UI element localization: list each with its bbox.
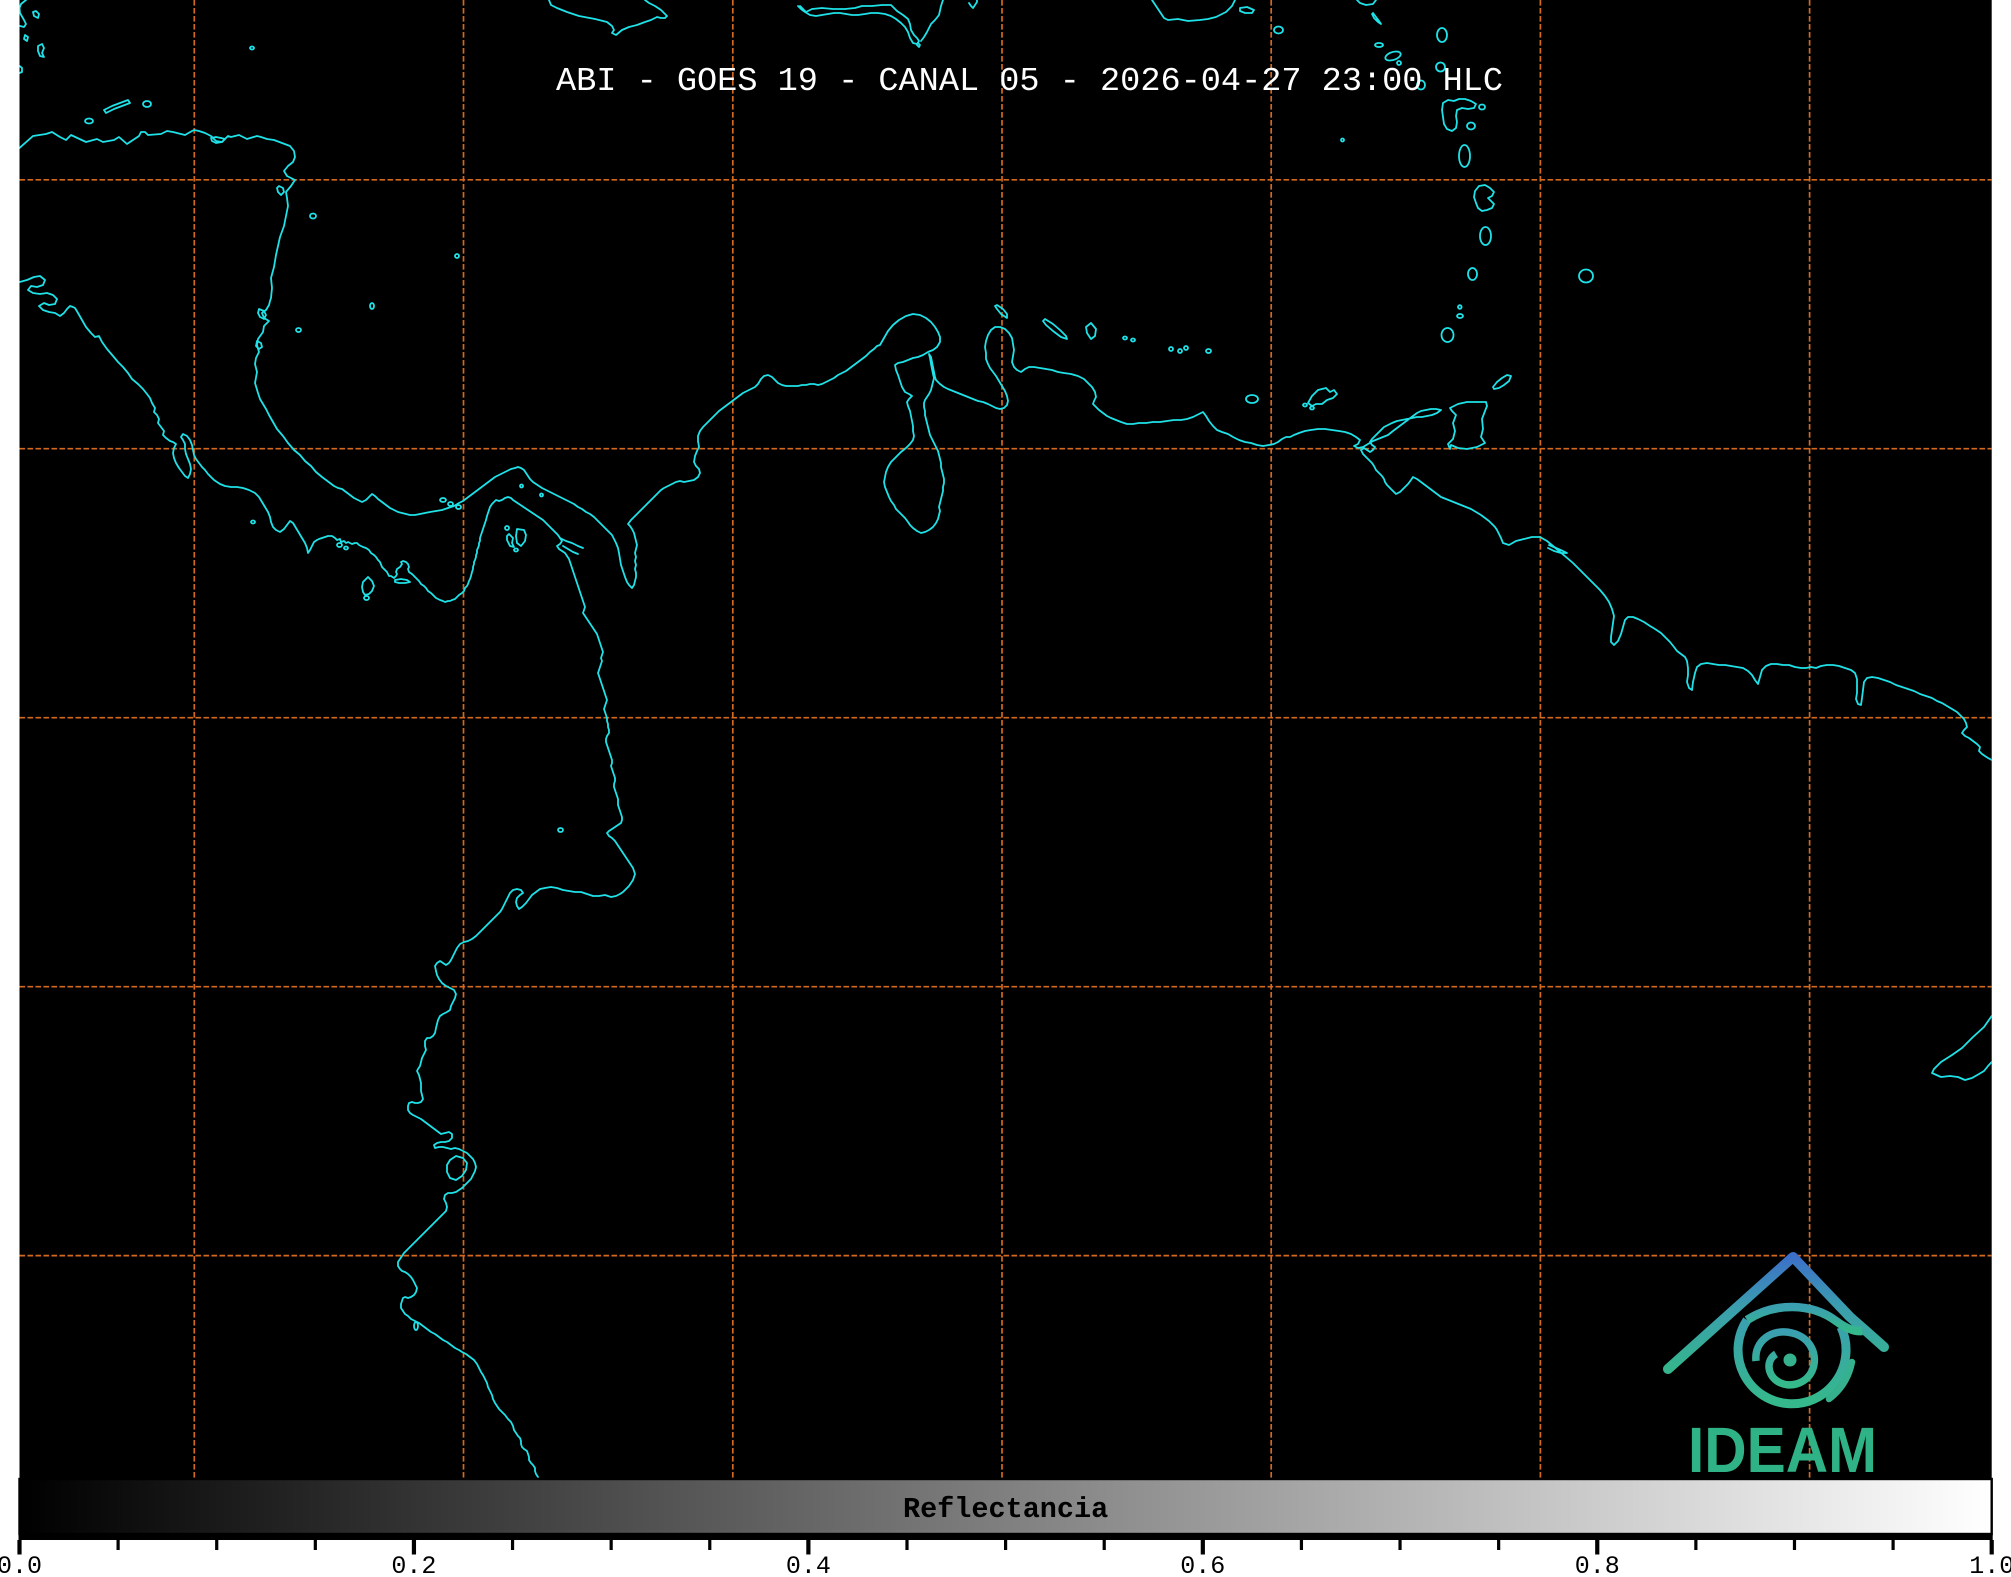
svg-text:0.6: 0.6 — [1180, 1552, 1225, 1577]
svg-text:Reflectancia: Reflectancia — [903, 1493, 1108, 1526]
svg-text:0.4: 0.4 — [786, 1552, 831, 1577]
svg-text:IDEAM: IDEAM — [1688, 1414, 1877, 1486]
svg-text:0.0: 0.0 — [0, 1552, 42, 1577]
svg-text:1.0: 1.0 — [1969, 1552, 2011, 1577]
svg-text:ABI - GOES 19 - CANAL 05 - 202: ABI - GOES 19 - CANAL 05 - 2026-04-27 23… — [556, 63, 1503, 101]
svg-text:0.2: 0.2 — [391, 1552, 436, 1577]
svg-text:0.8: 0.8 — [1575, 1552, 1620, 1577]
